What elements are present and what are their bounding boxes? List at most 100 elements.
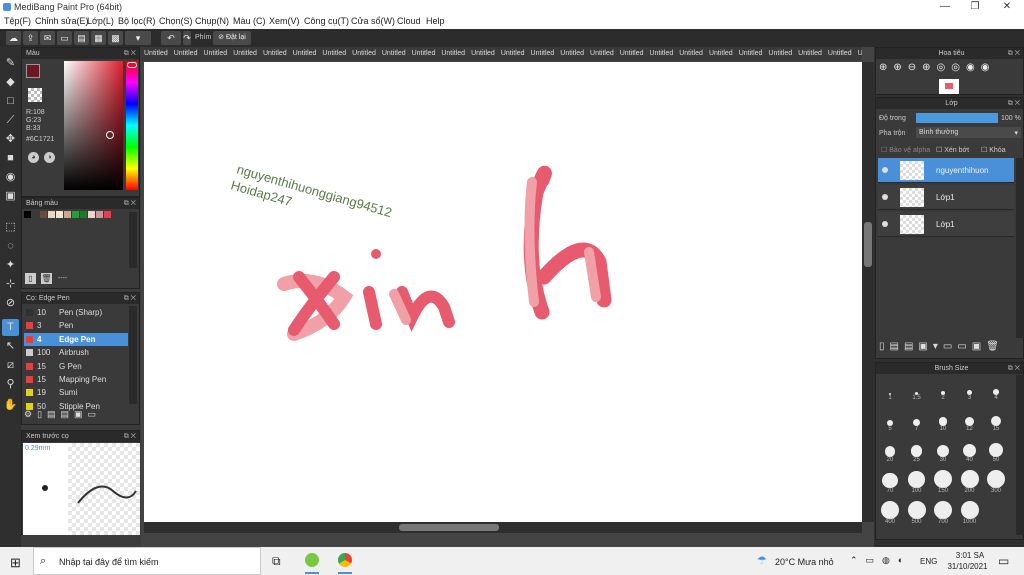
menu-view[interactable]: Xem(V) (269, 16, 300, 26)
select-eraser-icon[interactable]: ⊘ (2, 295, 19, 312)
menu-filter[interactable]: Bộ lọc(R) (118, 16, 156, 26)
brush-size-option[interactable]: 400 (878, 501, 902, 525)
swatch-scrollbar[interactable] (129, 212, 137, 268)
saturation-value-picker[interactable] (64, 61, 123, 190)
document-tab[interactable]: Untitled (379, 47, 409, 61)
new-swatch-icon[interactable]: ▯ (25, 273, 36, 284)
vertical-scroll-thumb[interactable] (864, 222, 872, 267)
brush-item[interactable]: 100 Airbrush (24, 346, 128, 359)
fill-shape-icon[interactable]: ■ (2, 150, 19, 167)
document-tab[interactable]: Untitled (498, 47, 528, 61)
document-tab[interactable]: Untitled (438, 47, 468, 61)
hue-handle[interactable] (127, 62, 137, 68)
layer-item[interactable]: Lớp1 (878, 212, 1014, 237)
menu-select[interactable]: Chọn(S) (159, 16, 193, 26)
horizontal-scroll-thumb[interactable] (399, 524, 499, 531)
lasso-tool-icon[interactable]: ◌ (2, 238, 19, 255)
opacity-slider[interactable] (916, 113, 998, 123)
menu-layer[interactable]: Lớp(L) (87, 16, 114, 26)
brush-size-option[interactable]: 20 (878, 439, 902, 463)
brush-size-option[interactable]: 200 (958, 470, 982, 494)
notification-icon[interactable]: ▭ (998, 554, 1009, 568)
panel-close-icon[interactable]: ⧉ ✕ (124, 293, 136, 304)
brush-size-option[interactable]: 700 (931, 501, 955, 525)
redo-icon[interactable]: ↷ (183, 31, 191, 45)
chrome-icon[interactable] (338, 553, 352, 567)
eyedropper-icon[interactable]: ⚲ (2, 376, 19, 393)
clock-date[interactable]: 31/10/2021 (945, 562, 990, 571)
undo-icon[interactable]: ↶ (161, 31, 181, 45)
menu-color[interactable]: Màu (C) (233, 16, 266, 26)
hand-tool-icon[interactable]: ✋ (2, 397, 19, 414)
tray-icons[interactable]: ⌃▭◍◐ (850, 555, 911, 566)
cloud-icon[interactable]: ☁ (6, 31, 21, 45)
color-swatch[interactable] (72, 211, 79, 218)
color-swatch[interactable] (40, 211, 47, 218)
brush-size-option[interactable]: 5 (878, 408, 902, 432)
brush-size-option[interactable]: 30 (931, 439, 955, 463)
brush-size-option[interactable]: 3 (958, 377, 982, 401)
blend-select[interactable]: Bình thường ▾ (916, 127, 1021, 138)
brush-size-option[interactable]: 15 (984, 408, 1008, 432)
eraser-tool-icon[interactable]: ◆ (2, 74, 19, 91)
color-swatch[interactable] (88, 211, 95, 218)
layout-icon[interactable]: ▩ (108, 31, 123, 45)
brush-size-option[interactable]: 500 (905, 501, 929, 525)
document-tab[interactable]: Untitled (409, 47, 439, 61)
layer-scrollbar[interactable] (1016, 158, 1024, 338)
brush-size-option[interactable]: 1000 (958, 501, 982, 525)
color-swatch[interactable] (32, 211, 39, 218)
document-tab[interactable]: Untitled (349, 47, 379, 61)
panel-close-icon[interactable]: ⧉ ✕ (1008, 98, 1020, 109)
document-tab[interactable]: Untitled (587, 47, 617, 61)
document-tab[interactable]: Untitled (706, 47, 736, 61)
clip-checkbox[interactable]: ☐ Xén bớt (936, 146, 969, 154)
brush-panel-actions[interactable]: ⚙▯▤▤▣▭ (24, 409, 101, 420)
brush-size-option[interactable]: 25 (905, 439, 929, 463)
windows-start-icon[interactable]: ⊞ (10, 555, 21, 571)
layer-item[interactable]: Lớp1 (878, 185, 1014, 210)
document-tab[interactable]: Untitled (795, 47, 825, 61)
visibility-eye-icon[interactable] (882, 167, 888, 173)
panel-close-icon[interactable]: ⧉ ✕ (124, 48, 136, 59)
brush-item[interactable]: 15 Mapping Pen (24, 373, 128, 386)
panel-close-icon[interactable]: ⧉ ✕ (1008, 48, 1020, 59)
navigator-zoom-icons[interactable]: ⊕⊕⊖⊕◎◎◉◉ (879, 62, 995, 73)
select-pen-icon[interactable]: ⊹ (2, 276, 19, 293)
color-swatch[interactable] (64, 211, 71, 218)
document-tab[interactable]: Untitled (230, 47, 260, 61)
task-view-icon[interactable]: ⧉ (272, 554, 281, 569)
divide-tool-icon[interactable]: ⧄ (2, 357, 19, 374)
document-tab[interactable]: Untitled (557, 47, 587, 61)
maximize-icon[interactable]: ❐ (960, 1, 990, 12)
brush-item[interactable]: 19 Sumi (24, 386, 128, 399)
brush-tool-icon[interactable]: ✎ (2, 55, 19, 72)
brush-size-option[interactable]: 12 (958, 408, 982, 432)
document-tab[interactable]: Untitled (290, 47, 320, 61)
app-green-icon[interactable] (305, 553, 319, 567)
document-tab[interactable]: Untitled (736, 47, 766, 61)
foreground-color[interactable] (26, 64, 40, 78)
brush-item[interactable]: 4 Edge Pen (24, 332, 128, 346)
document-tab[interactable]: Untitled (171, 47, 201, 61)
brush-size-option[interactable]: 70 (878, 470, 902, 494)
brush-size-scrollbar[interactable] (1016, 375, 1024, 535)
search-box[interactable]: ⌕ Nhập tại đây để tìm kiếm (33, 547, 261, 575)
document-tab[interactable]: Untitled (646, 47, 676, 61)
color-swatch[interactable] (80, 211, 87, 218)
color-swatch[interactable] (48, 211, 55, 218)
menu-file[interactable]: Tệp(F) (4, 16, 31, 26)
menu-window[interactable]: Cửa sổ(W) (351, 16, 395, 26)
brush-size-option[interactable]: 40 (958, 439, 982, 463)
color-swatch[interactable] (24, 211, 31, 218)
color-swatch[interactable] (104, 211, 111, 218)
reset-button[interactable]: ⊘ Đặt lại (213, 31, 251, 45)
document-tab[interactable]: Untitled (765, 47, 795, 61)
brush-scrollbar[interactable] (129, 306, 137, 404)
menu-cloud[interactable]: Cloud (397, 16, 421, 26)
brush-size-option[interactable]: 150 (931, 470, 955, 494)
document-tab[interactable]: Untitled (676, 47, 706, 61)
document-tab[interactable]: Untitled (260, 47, 290, 61)
bucket-tool-icon[interactable]: ◉ (2, 169, 19, 186)
brush-item[interactable]: 15 G Pen (24, 360, 128, 373)
